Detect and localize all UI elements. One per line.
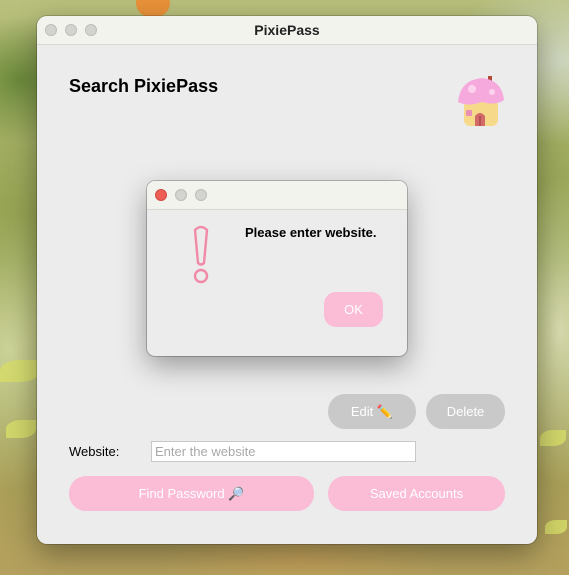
website-input[interactable]	[151, 441, 416, 462]
edit-button[interactable]: Edit ✏️	[328, 394, 416, 429]
dialog-close-button[interactable]	[155, 189, 167, 201]
wallpaper-leaf	[0, 360, 40, 382]
alert-dialog: Please enter website. OK	[147, 181, 407, 356]
find-password-button[interactable]: Find Password 🔎	[69, 476, 314, 511]
page-title: Search PixiePass	[69, 76, 219, 96]
exclamation-icon	[193, 225, 209, 284]
wallpaper-leaf	[545, 520, 567, 534]
delete-button[interactable]: Delete	[426, 394, 505, 429]
dialog-message: Please enter website.	[245, 225, 377, 240]
dialog-titlebar[interactable]	[147, 181, 407, 210]
wallpaper-leaf	[6, 420, 36, 438]
wallpaper-leaf	[540, 430, 566, 446]
dialog-minimize-button[interactable]	[175, 189, 187, 201]
dialog-zoom-button[interactable]	[195, 189, 207, 201]
ok-button[interactable]: OK	[324, 292, 383, 327]
window-titlebar[interactable]: PixiePass	[37, 16, 537, 45]
window-title: PixiePass	[254, 22, 320, 38]
saved-accounts-button[interactable]: Saved Accounts	[328, 476, 505, 511]
mushroom-house-icon	[458, 76, 504, 126]
website-label: Website:	[69, 444, 120, 459]
